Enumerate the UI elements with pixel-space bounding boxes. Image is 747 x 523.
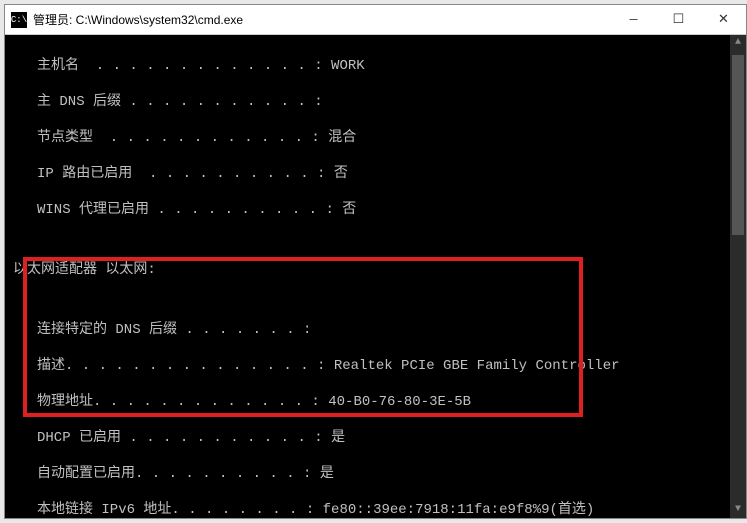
scroll-thumb[interactable] [732, 55, 744, 235]
value-node-type: 混合 [328, 130, 356, 146]
value-description: Realtek PCIe GBE Family Controller [334, 358, 620, 374]
value-physical-addr: 40-B0-76-80-3E-5B [328, 394, 471, 410]
window-title: 管理员: C:\Windows\system32\cmd.exe [33, 11, 611, 28]
value-ip-routing: 否 [334, 166, 348, 182]
scroll-up-icon[interactable]: ▲ [730, 35, 746, 51]
value-link-local-ipv6: fe80::39ee:7918:11fa:e9f8%9(首选) [323, 502, 595, 518]
maximize-button[interactable]: ☐ [656, 5, 701, 34]
label-description: 描述 [37, 358, 65, 374]
label-node-type: 节点类型 [37, 130, 93, 146]
dots: . . . . . . . . : [171, 502, 322, 518]
dots: . . . . . . . : [177, 322, 320, 338]
dots: . . . . . . . . . . . : [121, 94, 331, 110]
scroll-down-icon[interactable]: ▼ [730, 502, 746, 518]
value-dhcp-enabled: 是 [331, 430, 345, 446]
dots: . . . . . . . . . . . : [121, 430, 331, 446]
vertical-scrollbar[interactable]: ▲ ▼ [730, 35, 746, 518]
value-wins-proxy: 否 [342, 202, 356, 218]
label-autoconf-enabled: 自动配置已启用 [37, 466, 135, 482]
label-hostname: 主机名 [37, 58, 79, 74]
close-button[interactable]: ✕ [701, 5, 746, 34]
window-controls: — ☐ ✕ [611, 5, 746, 34]
dots: . . . . . . . . . . : [149, 202, 342, 218]
dots: . . . . . . . . . . : [132, 166, 334, 182]
cmd-icon: C:\ [11, 12, 27, 28]
adapter-header: 以太网适配器 以太网: [13, 261, 738, 279]
value-hostname: WORK [331, 58, 365, 74]
cmd-window: C:\ 管理员: C:\Windows\system32\cmd.exe — ☐… [4, 4, 747, 519]
label-physical-addr: 物理地址 [37, 394, 93, 410]
label-dhcp-enabled: DHCP 已启用 [37, 430, 121, 446]
label-wins-proxy: WINS 代理已启用 [37, 202, 149, 218]
terminal-output[interactable]: 主机名 . . . . . . . . . . . . . : WORK 主 D… [5, 35, 746, 518]
dots: . . . . . . . . . . . . . : [93, 394, 328, 410]
dots: . . . . . . . . . . . . . . . : [65, 358, 334, 374]
titlebar[interactable]: C:\ 管理员: C:\Windows\system32\cmd.exe — ☐… [5, 5, 746, 35]
dots: . . . . . . . . . . : [135, 466, 320, 482]
label-ip-routing: IP 路由已启用 [37, 166, 132, 182]
dots: . . . . . . . . . . . . . : [79, 58, 331, 74]
dots: . . . . . . . . . . . . : [93, 130, 328, 146]
value-autoconf-enabled: 是 [320, 466, 334, 482]
label-link-local-ipv6: 本地链接 IPv6 地址 [37, 502, 171, 518]
label-primary-dns-suffix: 主 DNS 后缀 [37, 94, 121, 110]
minimize-button[interactable]: — [611, 5, 656, 34]
label-conn-dns-suffix: 连接特定的 DNS 后缀 [37, 322, 177, 338]
